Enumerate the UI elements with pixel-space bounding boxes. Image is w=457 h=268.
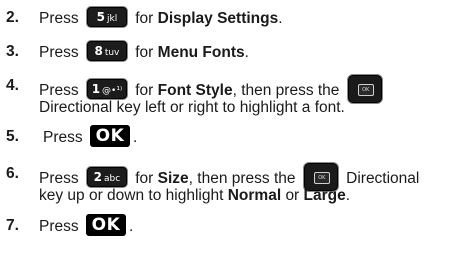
key-digit: 1 xyxy=(91,82,101,96)
or-word: or xyxy=(285,187,300,204)
step-mid-text: , then press the xyxy=(188,170,296,188)
key-digit: 8 xyxy=(94,44,103,58)
step-number: 5. xyxy=(6,128,19,145)
press-word: Press xyxy=(39,10,79,28)
key-letters: @•¹⁾ xyxy=(102,86,123,96)
key-2-abc-icon: 2 abc xyxy=(85,166,128,188)
press-word: Press xyxy=(43,129,83,147)
ok-key-icon: OK xyxy=(89,125,130,147)
key-8-tuv-icon: 8 tuv xyxy=(85,40,128,62)
step-text: Press 5 jkl for Display Settings. xyxy=(39,6,283,30)
step-text: Press OK. xyxy=(43,125,138,149)
step-text-line2: Directional key left or right to highlig… xyxy=(39,99,345,116)
nav-key-label: OK xyxy=(357,84,374,96)
for-word: for xyxy=(135,10,154,28)
step-number: 6. xyxy=(6,165,19,182)
target-label: Display Settings xyxy=(157,10,279,28)
period: . xyxy=(345,187,351,204)
key-digit: 2 xyxy=(93,170,103,184)
step-number: 2. xyxy=(6,9,19,26)
key-5-jkl-icon: 5 jkl xyxy=(85,6,128,28)
step-text: Press OK. xyxy=(39,214,134,238)
press-word: Press xyxy=(39,82,79,100)
step-number: 4. xyxy=(6,77,19,94)
key-letters: tuv xyxy=(104,48,120,58)
for-word: for xyxy=(135,44,154,62)
directional-key-icon: OK xyxy=(346,74,383,104)
step-mid-text: , then press the xyxy=(232,82,340,100)
step-text-line2: key up or down to highlight Normal or La… xyxy=(39,186,350,206)
period: . xyxy=(244,44,249,62)
key-digit: 5 xyxy=(96,10,105,24)
period: . xyxy=(278,10,283,28)
step-text: Press 8 tuv for Menu Fonts. xyxy=(39,40,249,64)
step-number: 7. xyxy=(6,217,19,234)
press-word: Press xyxy=(39,170,79,188)
for-word: for xyxy=(135,82,154,100)
ok-key-icon: OK xyxy=(85,214,126,236)
target-label: Menu Fonts xyxy=(157,44,245,62)
press-word: Press xyxy=(39,218,79,236)
for-word: for xyxy=(135,170,154,188)
period: . xyxy=(128,218,134,236)
line2-pre: key up or down to highlight xyxy=(39,187,224,204)
step-after-nav-text: Directional xyxy=(346,170,420,188)
period: . xyxy=(132,129,138,147)
option-normal: Normal xyxy=(227,187,282,204)
nav-key-label: OK xyxy=(313,172,330,184)
key-letters: jkl xyxy=(107,14,118,24)
target-label: Font Style xyxy=(157,82,233,100)
key-1-voicemail-icon: 1 @•¹⁾ xyxy=(85,78,128,100)
key-letters: abc xyxy=(104,174,121,184)
press-word: Press xyxy=(39,44,79,62)
target-label: Size xyxy=(157,170,189,188)
option-large: Large xyxy=(303,187,346,204)
step-number: 3. xyxy=(6,43,19,60)
